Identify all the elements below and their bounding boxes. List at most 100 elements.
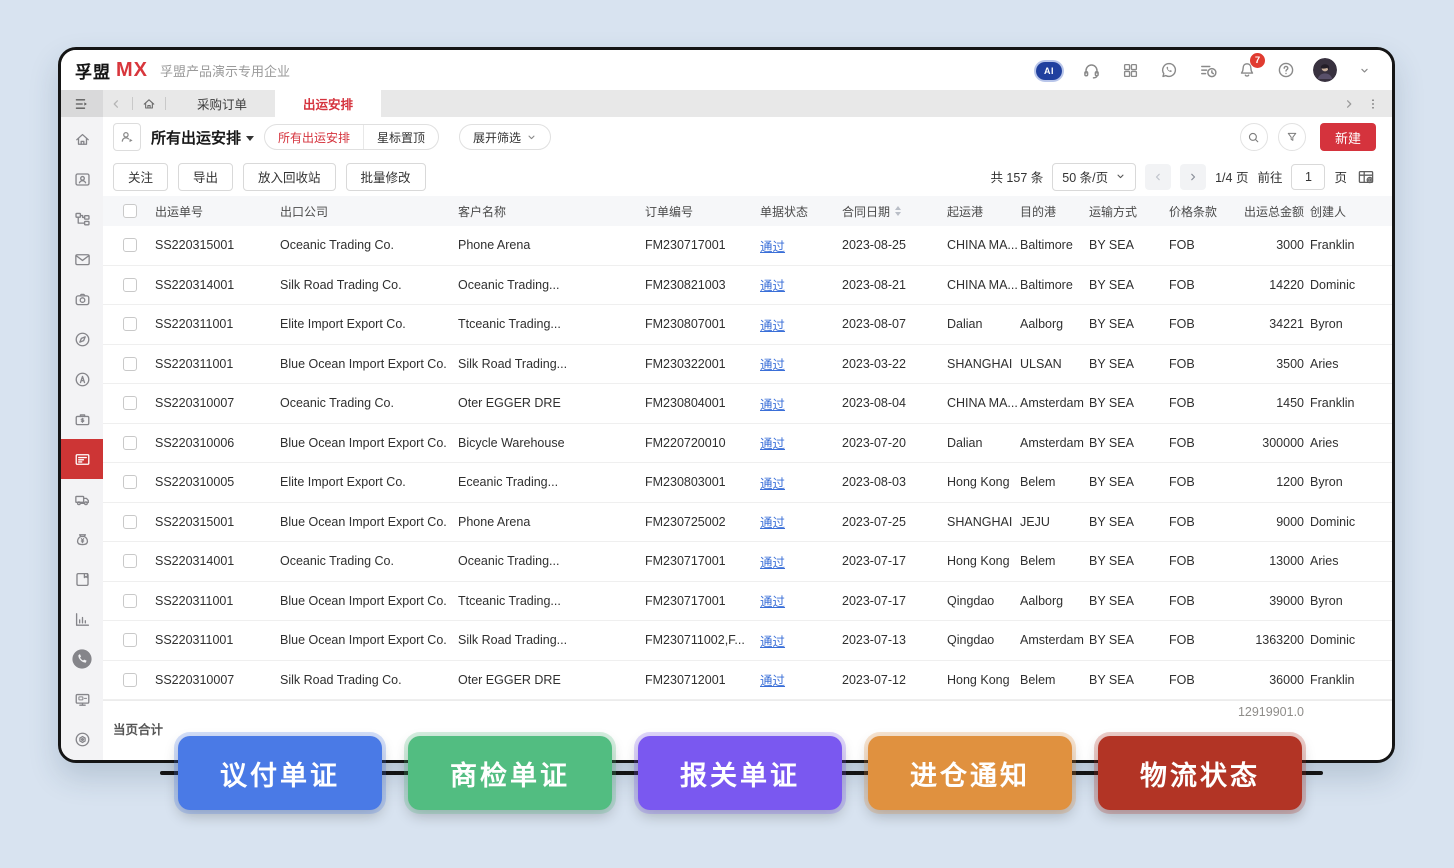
table-row[interactable]: SS220311001Blue Ocean Import Export Co.T… [103, 582, 1392, 622]
status-link[interactable]: 通过 [760, 433, 785, 452]
row-checkbox[interactable] [123, 436, 137, 450]
export-button[interactable]: 导出 [178, 163, 233, 191]
column-header-contract_date[interactable]: 合同日期 [842, 203, 947, 220]
status-link[interactable]: 通过 [760, 394, 785, 413]
chevron-down-button[interactable] [1354, 60, 1374, 80]
row-checkbox[interactable] [123, 673, 137, 687]
filter-button[interactable] [1278, 123, 1306, 151]
history-button[interactable] [1198, 60, 1218, 80]
table-row[interactable]: SS220314001Oceanic Trading Co.Oceanic Tr… [103, 542, 1392, 582]
sidebar-item-bar-chart[interactable] [61, 599, 103, 639]
sidebar-item-shipping-doc[interactable] [61, 439, 103, 479]
table-row[interactable]: SS220311001Blue Ocean Import Export Co.S… [103, 345, 1392, 385]
sidebar-item-truck[interactable] [61, 479, 103, 519]
table-row[interactable]: SS220311001Elite Import Export Co.Ttcean… [103, 305, 1392, 345]
column-settings-button[interactable] [1356, 167, 1376, 187]
total-count: 共 157 条 [990, 167, 1043, 186]
apps-grid-button[interactable] [1120, 60, 1140, 80]
page-size-select[interactable]: 50 条/页 [1052, 163, 1136, 191]
flow-button-negotiation-docs[interactable]: 议付单证 [178, 736, 382, 810]
status-link[interactable]: 通过 [760, 473, 785, 492]
status-link[interactable]: 通过 [760, 354, 785, 373]
sidebar-item-compass[interactable] [61, 319, 103, 359]
headset-button[interactable] [1081, 60, 1101, 80]
search-button[interactable] [1240, 123, 1268, 151]
whatsapp-button[interactable] [1159, 60, 1179, 80]
pill-all-shipping[interactable]: 所有出运安排 [265, 125, 363, 149]
sidebar-item-a-circle[interactable] [61, 359, 103, 399]
row-checkbox[interactable] [123, 317, 137, 331]
table-row[interactable]: SS220310007Oceanic Trading Co.Oter EGGER… [103, 384, 1392, 424]
row-checkbox[interactable] [123, 357, 137, 371]
row-checkbox[interactable] [123, 554, 137, 568]
user-avatar[interactable] [1315, 60, 1335, 80]
row-checkbox[interactable] [123, 278, 137, 292]
status-link[interactable]: 通过 [760, 552, 785, 571]
new-button[interactable]: 新建 [1320, 123, 1376, 151]
goto-page-input[interactable] [1291, 164, 1325, 190]
table-row[interactable]: SS220315001Oceanic Trading Co.Phone Aren… [103, 226, 1392, 266]
row-checkbox[interactable] [123, 515, 137, 529]
recycle-bin-button[interactable]: 放入回收站 [243, 163, 336, 191]
table-row[interactable]: SS220311001Blue Ocean Import Export Co.S… [103, 621, 1392, 661]
row-checkbox[interactable] [123, 633, 137, 647]
table-row[interactable]: SS220314001Silk Road Trading Co.Oceanic … [103, 266, 1392, 306]
sidebar-item-home[interactable] [61, 119, 103, 159]
sort-icon[interactable] [895, 206, 901, 216]
status-link[interactable]: 通过 [760, 591, 785, 610]
status-link[interactable]: 通过 [760, 236, 785, 255]
view-title-dropdown[interactable]: 所有出运安排 [151, 127, 254, 148]
tab-more-button[interactable] [1366, 97, 1380, 111]
table-row[interactable]: SS220315001Blue Ocean Import Export Co.P… [103, 503, 1392, 543]
prev-page-button[interactable] [1145, 164, 1171, 190]
expand-filter-button[interactable]: 展开筛选 [459, 124, 551, 150]
status-link[interactable]: 通过 [760, 670, 785, 689]
sidebar-collapse-button[interactable] [61, 90, 103, 117]
row-checkbox[interactable] [123, 396, 137, 410]
home-tab-button[interactable] [136, 96, 162, 112]
next-page-button[interactable] [1180, 164, 1206, 190]
sidebar-item-whatsapp-filled[interactable] [61, 639, 103, 679]
follow-button[interactable]: 关注 [113, 163, 168, 191]
column-header-amount: 出运总金额 [1240, 203, 1310, 220]
tab-shipping-arrangement[interactable]: 出运安排 [275, 90, 381, 117]
owner-filter-button[interactable] [113, 123, 141, 151]
flow-button-logistics-status[interactable]: 物流状态 [1098, 736, 1302, 810]
status-link[interactable]: 通过 [760, 315, 785, 334]
flow-buttons: 议付单证商检单证报关单证进仓通知物流状态 [178, 736, 1302, 810]
flow-button-customs-docs[interactable]: 报关单证 [638, 736, 842, 810]
cell-creator: Dominic [1310, 278, 1386, 292]
sidebar-item-monitor[interactable] [61, 679, 103, 719]
tab-back-button[interactable] [103, 97, 129, 111]
help-button[interactable] [1276, 60, 1296, 80]
table-row[interactable]: SS220310007Silk Road Trading Co.Oter EGG… [103, 661, 1392, 701]
sidebar-item-camera[interactable] [61, 279, 103, 319]
select-all-checkbox[interactable] [123, 204, 137, 218]
bell-button[interactable]: 7 [1237, 60, 1257, 80]
table-row[interactable]: SS220310006Blue Ocean Import Export Co.B… [103, 424, 1392, 464]
row-checkbox[interactable] [123, 475, 137, 489]
row-checkbox[interactable] [123, 594, 137, 608]
cell-destination_port: Belem [1020, 554, 1089, 568]
sidebar-item-money-bag[interactable] [61, 519, 103, 559]
sidebar-item-mail[interactable] [61, 239, 103, 279]
batch-edit-button[interactable]: 批量修改 [346, 163, 426, 191]
sidebar-item-org-structure[interactable] [61, 199, 103, 239]
sidebar-item-finance-case[interactable] [61, 399, 103, 439]
sidebar-item-ledger-book[interactable] [61, 559, 103, 599]
tab-scroll-right-button[interactable] [1342, 97, 1356, 111]
sidebar-item-gear[interactable] [61, 719, 103, 759]
flow-button-warehouse-notice[interactable]: 进仓通知 [868, 736, 1072, 810]
status-link[interactable]: 通过 [760, 631, 785, 650]
status-link[interactable]: 通过 [760, 512, 785, 531]
row-checkbox[interactable] [123, 238, 137, 252]
cell-shipment_no: SS220310007 [155, 673, 280, 687]
status-link[interactable]: 通过 [760, 275, 785, 294]
sidebar-item-contact-card[interactable] [61, 159, 103, 199]
pill-star-pin[interactable]: 星标置顶 [363, 125, 438, 149]
ai-badge[interactable]: AI [1036, 62, 1062, 80]
ai-badge-button[interactable]: AI [1036, 61, 1062, 79]
flow-button-inspection-docs[interactable]: 商检单证 [408, 736, 612, 810]
tab-purchase-orders[interactable]: 采购订单 [169, 90, 275, 117]
table-row[interactable]: SS220310005Elite Import Export Co.Eceani… [103, 463, 1392, 503]
